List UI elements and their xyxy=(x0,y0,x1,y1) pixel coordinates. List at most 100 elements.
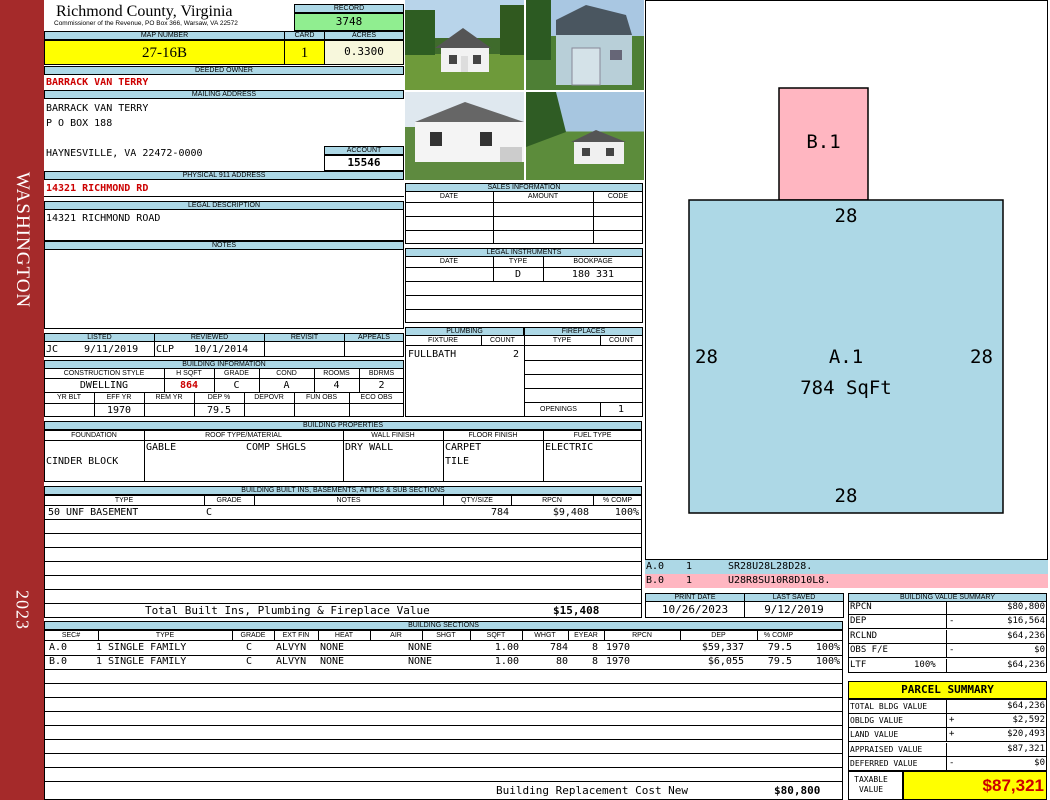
sec-row0-heat: NONE xyxy=(320,642,345,653)
sidebar: WASHINGTON 2023 xyxy=(0,0,44,800)
sec-row0-ext: ALVYN xyxy=(276,642,307,653)
sec-col-10: RPCN xyxy=(632,632,652,639)
builtin-grade: C xyxy=(206,507,213,518)
sec-row0-sec: A.0 xyxy=(49,642,68,653)
house-rear-drawing xyxy=(526,92,626,164)
plumbing-col-fixture: FIXTURE xyxy=(428,337,458,344)
commissioner-address: Commissioner of the Revenue, PO Box 366,… xyxy=(54,20,238,27)
section-a-area: 784 SqFt xyxy=(800,377,892,399)
card-header: CARD xyxy=(284,31,325,40)
county-title: Richmond County, Virginia xyxy=(56,3,233,20)
dim-bottom: 28 xyxy=(834,485,858,507)
mailing-line2: P O BOX 188 xyxy=(46,118,113,129)
bldg-val-3: A xyxy=(283,380,290,391)
instr-type: D xyxy=(514,269,522,280)
house-side-drawing xyxy=(415,102,524,162)
sec-row0-eyear: 1970 xyxy=(606,642,631,653)
house-photo-side xyxy=(405,92,524,180)
bldg-val-0: DWELLING xyxy=(79,380,129,391)
sec-row1-type: 1 SINGLE FAMILY xyxy=(96,656,187,667)
parcel-summary-row: TOTAL BLDG VALUE $64,236 xyxy=(848,700,1047,714)
builtin-col-notes: NOTES xyxy=(336,497,361,504)
bldg-col2-4: DEPOVR xyxy=(254,394,284,401)
map-number-header: MAP NUMBER xyxy=(44,31,285,40)
house-photo-front xyxy=(405,0,524,90)
bldg-val-2: C xyxy=(233,380,240,391)
builtins-header: BUILDING BUILT INS, BASEMENTS, ATTICS & … xyxy=(44,486,642,495)
mailing-line3: HAYNESVILLE, VA 22472-0000 xyxy=(46,148,203,159)
bldg-col2-5: FUN OBS xyxy=(305,394,338,401)
sec-row1-sec: B.0 xyxy=(49,656,68,667)
record-header: RECORD xyxy=(294,4,404,13)
mailing-line1: BARRACK VAN TERRY xyxy=(46,103,149,114)
acres-header: ACRES xyxy=(324,31,404,40)
acres-value: 0.3300 xyxy=(344,46,384,58)
sales-table xyxy=(405,191,643,244)
builtin-type: 50 UNF BASEMENT xyxy=(48,507,139,518)
physical-address: 14321 RICHMOND RD xyxy=(46,183,149,194)
sec-row0-grade: C xyxy=(246,642,253,653)
plumbing-count: 2 xyxy=(512,349,519,360)
replacement-cost-label: Building Replacement Cost New xyxy=(496,785,689,797)
builtin-rpcn: $9,408 xyxy=(552,507,589,518)
district-label: WASHINGTON xyxy=(12,171,33,309)
sec-col-9: EYEAR xyxy=(574,632,598,639)
parcel-summary-row: LAND VALUE + $20,493 xyxy=(848,728,1047,743)
account-header: ACCOUNT xyxy=(324,146,404,155)
floor-finish-value-1: CARPET xyxy=(445,442,482,453)
sec-row1-ext: ALVYN xyxy=(276,656,307,667)
section-a-label: A.1 xyxy=(828,346,864,368)
parcel-summary-row: DEFERRED VALUE - $0 xyxy=(848,756,1047,771)
builtin-col-rpcn: RPCN xyxy=(542,497,562,504)
bldg-col2-0: YR BLT xyxy=(57,394,81,401)
sec-row1-comp: 100% xyxy=(815,656,840,667)
sketch-code-b: B.0 1 U28R8SU10R8D10L8. xyxy=(645,574,1048,588)
sec-row1-heat: NONE xyxy=(320,656,345,667)
sec-row1-air: NONE xyxy=(408,656,433,667)
record-value: 3748 xyxy=(335,16,363,28)
sec-col-11: DEP xyxy=(711,632,726,639)
taxable-label: TAXABLE VALUE xyxy=(854,775,888,794)
dim-right: 28 xyxy=(970,346,993,368)
building-properties-header: BUILDING PROPERTIES xyxy=(44,421,642,430)
account-number: 15546 xyxy=(347,157,381,169)
bldg-col-1: H SQFT xyxy=(176,370,202,377)
builtin-qty: 784 xyxy=(490,507,509,518)
taxable-value: $87,321 xyxy=(982,776,1044,795)
house-front-drawing xyxy=(405,5,524,72)
garage-photo xyxy=(526,0,644,90)
wall-finish-value: DRY WALL xyxy=(345,442,394,453)
fireplace-col-type: TYPE xyxy=(552,337,572,344)
replacement-cost: $80,800 xyxy=(774,785,821,797)
plumbing-fixture: FULLBATH xyxy=(408,349,457,360)
bldg-col-2: GRADE xyxy=(224,370,249,377)
bldg-col2-6: ECO OBS xyxy=(360,394,393,401)
builtin-col-qty: QTY/SIZE xyxy=(461,497,493,504)
garage-drawing xyxy=(526,0,632,86)
value-summary-row: RCLND $64,236 xyxy=(848,629,1047,644)
builtin-comp: 100% xyxy=(614,507,639,518)
sec-row0-type: 1 SINGLE FAMILY xyxy=(96,642,187,653)
builtin-col-type: TYPE xyxy=(114,497,134,504)
roof-material-value: COMP SHGLS xyxy=(246,442,307,453)
legal-box xyxy=(44,209,404,241)
notes-box xyxy=(44,249,404,329)
reviewed-date: 10/1/2014 xyxy=(194,344,249,355)
parcel-summary-row: APPRAISED VALUE $87,321 xyxy=(848,742,1047,757)
section-b-label: B.1 xyxy=(806,131,841,153)
map-number: 27-16B xyxy=(142,45,187,61)
instr-bookpage: 180 331 xyxy=(571,269,615,280)
listed-date: 9/11/2019 xyxy=(84,344,139,355)
sec-col-7: SQFT xyxy=(486,632,506,639)
value-summary-row: LTF 100% $64,236 xyxy=(848,658,1047,673)
prop-col-floor: FLOOR FINISH xyxy=(468,432,518,439)
bldg-col-5: BDRMS xyxy=(368,370,395,377)
card-number: 1 xyxy=(300,45,309,61)
bldg-val-4: 4 xyxy=(333,380,340,391)
bldg-val2-3: 79.5 xyxy=(206,405,232,416)
deeded-owner: BARRACK VAN TERRY xyxy=(46,77,149,88)
sec-row0-air: NONE xyxy=(408,642,433,653)
bldg-val-1: 864 xyxy=(179,380,199,391)
sec-col-1: TYPE xyxy=(155,632,175,639)
year-label: 2023 xyxy=(12,590,33,630)
